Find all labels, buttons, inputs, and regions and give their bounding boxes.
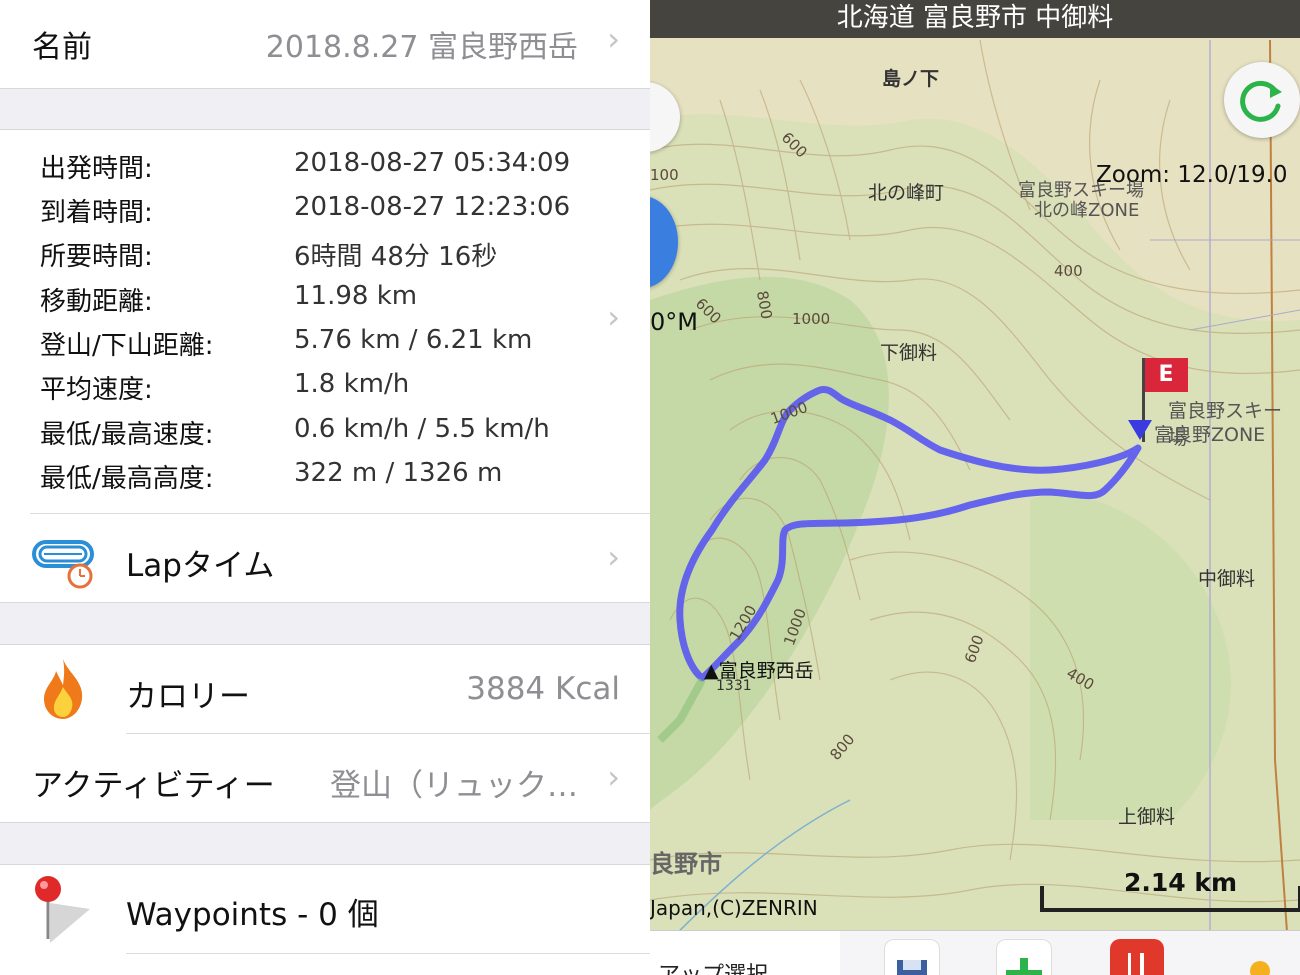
stat-row: 平均速度: 1.8 km/h: [0, 369, 650, 413]
place-label: 北の峰ZONE: [1034, 200, 1140, 221]
lap-time-row[interactable]: Lapタイム ›: [0, 514, 650, 602]
stat-label: 出発時間:: [40, 154, 153, 184]
contour-label: 1000: [792, 310, 831, 328]
calorie-value: 3884 Kcal: [466, 671, 620, 707]
stat-label: 所要時間:: [40, 242, 153, 272]
stat-value: 2018-08-27 12:23:06: [294, 192, 571, 222]
place-label: 中御料: [1198, 568, 1256, 590]
stat-label: 移動距離:: [40, 287, 153, 317]
map-toolbar: アップ選択 アップ選択: [650, 930, 1300, 975]
place-label: 島ノ下: [882, 68, 940, 90]
flame-icon: [38, 657, 88, 721]
stat-value: 2018-08-27 05:34:09: [294, 148, 571, 178]
lap-time-label: Lapタイム: [126, 548, 275, 584]
track-detail-panel: 名前 2018.8.27 富良野西岳 › 出発時間: 2018-08-27 05…: [0, 0, 650, 975]
stat-value: 0.6 km/h / 5.5 km/h: [294, 414, 550, 444]
weather-button[interactable]: [1240, 949, 1280, 975]
chevron-right-icon: ›: [607, 758, 620, 796]
plus-icon: [1006, 958, 1042, 975]
start-marker-icon: [1128, 420, 1152, 440]
name-label: 名前: [32, 30, 92, 65]
calorie-row: カロリー 3884 Kcal: [0, 645, 650, 733]
place-label: 北の峰町: [868, 182, 945, 204]
activity-label: アクティビティー: [32, 768, 275, 804]
place-label: 下御料: [880, 342, 938, 364]
stat-label: 登山/下山距離:: [40, 331, 214, 361]
peak-elevation: 1331: [716, 678, 752, 694]
stat-value: 5.76 km / 6.21 km: [294, 325, 533, 355]
copyright-text: Japan,(C)ZENRIN: [650, 896, 818, 920]
section-gap: [0, 822, 650, 865]
stat-row: 最低/最高速度: 0.6 km/h / 5.5 km/h: [0, 414, 650, 458]
place-label: 富良野ZONE: [1154, 424, 1266, 446]
save-button[interactable]: [884, 939, 940, 975]
stat-value: 6時間 48分 16秒: [294, 242, 498, 272]
stat-row: 登山/下山距離: 5.76 km / 6.21 km: [0, 325, 650, 369]
section-gap: [0, 88, 650, 130]
food-button[interactable]: [1110, 939, 1164, 975]
elevation-readout: 0°M: [650, 308, 698, 336]
name-row[interactable]: 名前 2018.8.27 富良野西岳 ›: [0, 0, 650, 88]
topo-map[interactable]: [650, 0, 1300, 975]
map-select-label: アップ選択: [658, 957, 768, 975]
waypoints-row[interactable]: Waypoints - 0 個: [0, 865, 650, 953]
map-title-bar: 北海道 富良野市 中御料: [650, 0, 1300, 38]
stat-value: 1.8 km/h: [294, 369, 410, 399]
lap-timer-icon: [32, 536, 96, 592]
scale-bar: [1040, 886, 1300, 912]
chevron-right-icon: ›: [607, 538, 620, 576]
chevron-right-icon: ›: [607, 20, 620, 58]
stat-value: 11.98 km: [294, 281, 418, 311]
contour-label: 400: [1054, 262, 1083, 280]
calorie-label: カロリー: [126, 679, 250, 715]
end-flag-icon: E: [1144, 358, 1188, 392]
name-value: 2018.8.27 富良野西岳: [265, 30, 578, 65]
chevron-right-icon: ›: [607, 298, 620, 336]
stat-value: 322 m / 1326 m: [294, 458, 503, 488]
stat-label: 最低/最高高度:: [40, 464, 214, 494]
stat-label: 最低/最高速度:: [40, 420, 214, 450]
section-gap: [0, 602, 650, 645]
place-label: 上御料: [1118, 806, 1176, 828]
fork-knife-icon: [1128, 953, 1144, 975]
map-pin-icon: [30, 873, 96, 945]
activity-row[interactable]: アクティビティー 登山（リュック… ›: [0, 734, 650, 822]
stat-label: 到着時間:: [40, 198, 153, 228]
contour-label: 100: [650, 166, 679, 184]
divider: [126, 953, 650, 954]
place-label: 良野市: [650, 850, 722, 878]
stats-section[interactable]: 出発時間: 2018-08-27 05:34:09 到着時間: 2018-08-…: [0, 130, 650, 513]
stat-row: 出発時間: 2018-08-27 05:34:09: [0, 148, 650, 192]
map-view[interactable]: 北海道 富良野市 中御料 0°M Zoom: 12.0/19.0 島ノ下 北の峰…: [650, 0, 1300, 975]
stat-row: 到着時間: 2018-08-27 12:23:06: [0, 192, 650, 236]
save-icon: [897, 960, 927, 975]
stat-row: 所要時間: 6時間 48分 16秒: [0, 236, 650, 280]
stat-row: 最低/最高高度: 322 m / 1326 m: [0, 458, 650, 502]
stat-label: 平均速度:: [40, 375, 153, 405]
waypoints-label: Waypoints - 0 個: [126, 897, 379, 933]
sun-icon: [1250, 961, 1270, 975]
stat-row: 移動距離: 11.98 km: [0, 281, 650, 325]
refresh-icon: [1240, 80, 1282, 122]
refresh-button[interactable]: [1224, 62, 1300, 138]
activity-value: 登山（リュック…: [330, 768, 578, 804]
add-button[interactable]: [996, 939, 1052, 975]
